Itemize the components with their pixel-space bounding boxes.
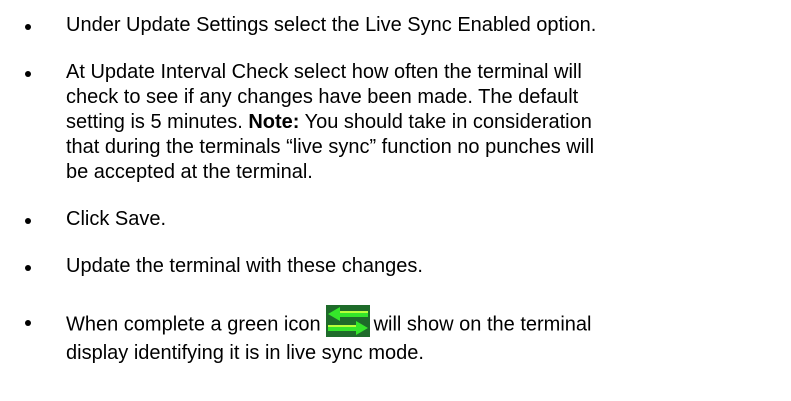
- text-line: At Update Interval Check select how ofte…: [66, 61, 582, 83]
- list-item-text: Click Save.: [66, 207, 786, 232]
- text-line: setting is 5 minutes. Note: You should t…: [66, 110, 786, 135]
- text-line: Update the terminal with these changes.: [66, 255, 423, 277]
- text-line: Under Update Settings select the Live Sy…: [66, 14, 597, 36]
- text-segment: You should take in consideration: [299, 111, 592, 133]
- list-item-text: Update the terminal with these changes.: [66, 254, 786, 279]
- bullet-icon: [25, 265, 31, 271]
- bullet-icon: [25, 71, 31, 77]
- list-item-text: Under Update Settings select the Live Sy…: [66, 13, 786, 38]
- text-line: be accepted at the terminal.: [66, 161, 313, 183]
- text-segment: setting is 5 minutes.: [66, 111, 249, 133]
- text-segment: When complete a green icon: [66, 313, 321, 336]
- list-item-text: When complete a green icon will show on …: [66, 305, 786, 366]
- list-item-text: Under Update Settings select the Live Sy…: [66, 60, 786, 185]
- bullet-icon: [25, 320, 31, 326]
- text-line: Click Save.: [66, 208, 167, 230]
- text-line: check to see if any changes have been ma…: [66, 86, 579, 108]
- text-line: When complete a green icon will show on …: [66, 305, 786, 341]
- bullet-icon: [25, 24, 31, 30]
- text-line: display identifying it is in live sync m…: [66, 342, 424, 364]
- bullet-icon: [25, 218, 31, 224]
- text-line: that during the terminals “live sync” fu…: [66, 136, 595, 158]
- text-segment: will show on the terminal: [373, 313, 592, 336]
- instructions-page: Under Update Settings select the Live Sy…: [0, 0, 791, 401]
- live-sync-arrows-icon: [325, 305, 370, 337]
- note-label: Note:: [248, 111, 300, 133]
